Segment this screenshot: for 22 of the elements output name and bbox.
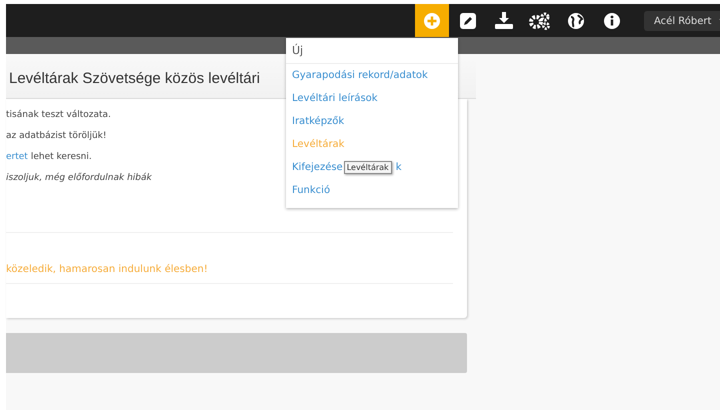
info-text: az adatbázist töröljük! (6, 131, 108, 142)
gears-icon (529, 12, 551, 30)
menu-item[interactable]: Levéltárak (286, 133, 458, 156)
menu-item[interactable]: Kifejezése Levéltárak k (286, 156, 458, 179)
user-menu-button[interactable]: Acél Róbert (644, 11, 720, 31)
tooltip: Levéltárak (344, 161, 392, 174)
info-text: iszoljuk, még előfordulnak hibák (6, 173, 153, 184)
menu-header: Új (286, 38, 458, 64)
menu-item[interactable]: Gyarapodási rekord/adatok (286, 64, 458, 87)
page-title: Levéltárak Szövetsége közös levéltári (8, 70, 260, 86)
search-link[interactable]: ertet (6, 152, 28, 162)
globe-icon (567, 12, 585, 30)
download-icon (495, 12, 513, 29)
info-text: tisának teszt változata. (6, 110, 112, 121)
menu-item[interactable]: Funkció (286, 179, 458, 202)
info-text: ertet lehet keresni. (6, 152, 93, 163)
pencil-icon (460, 12, 476, 28)
info-icon (603, 12, 621, 30)
menu-item[interactable]: Levéltári leírások (286, 87, 458, 110)
plus-icon (423, 12, 441, 30)
notice-text: közeledik, hamarosan indulunk élesben! (6, 264, 209, 275)
menu-item[interactable]: Iratképzők (286, 110, 458, 133)
